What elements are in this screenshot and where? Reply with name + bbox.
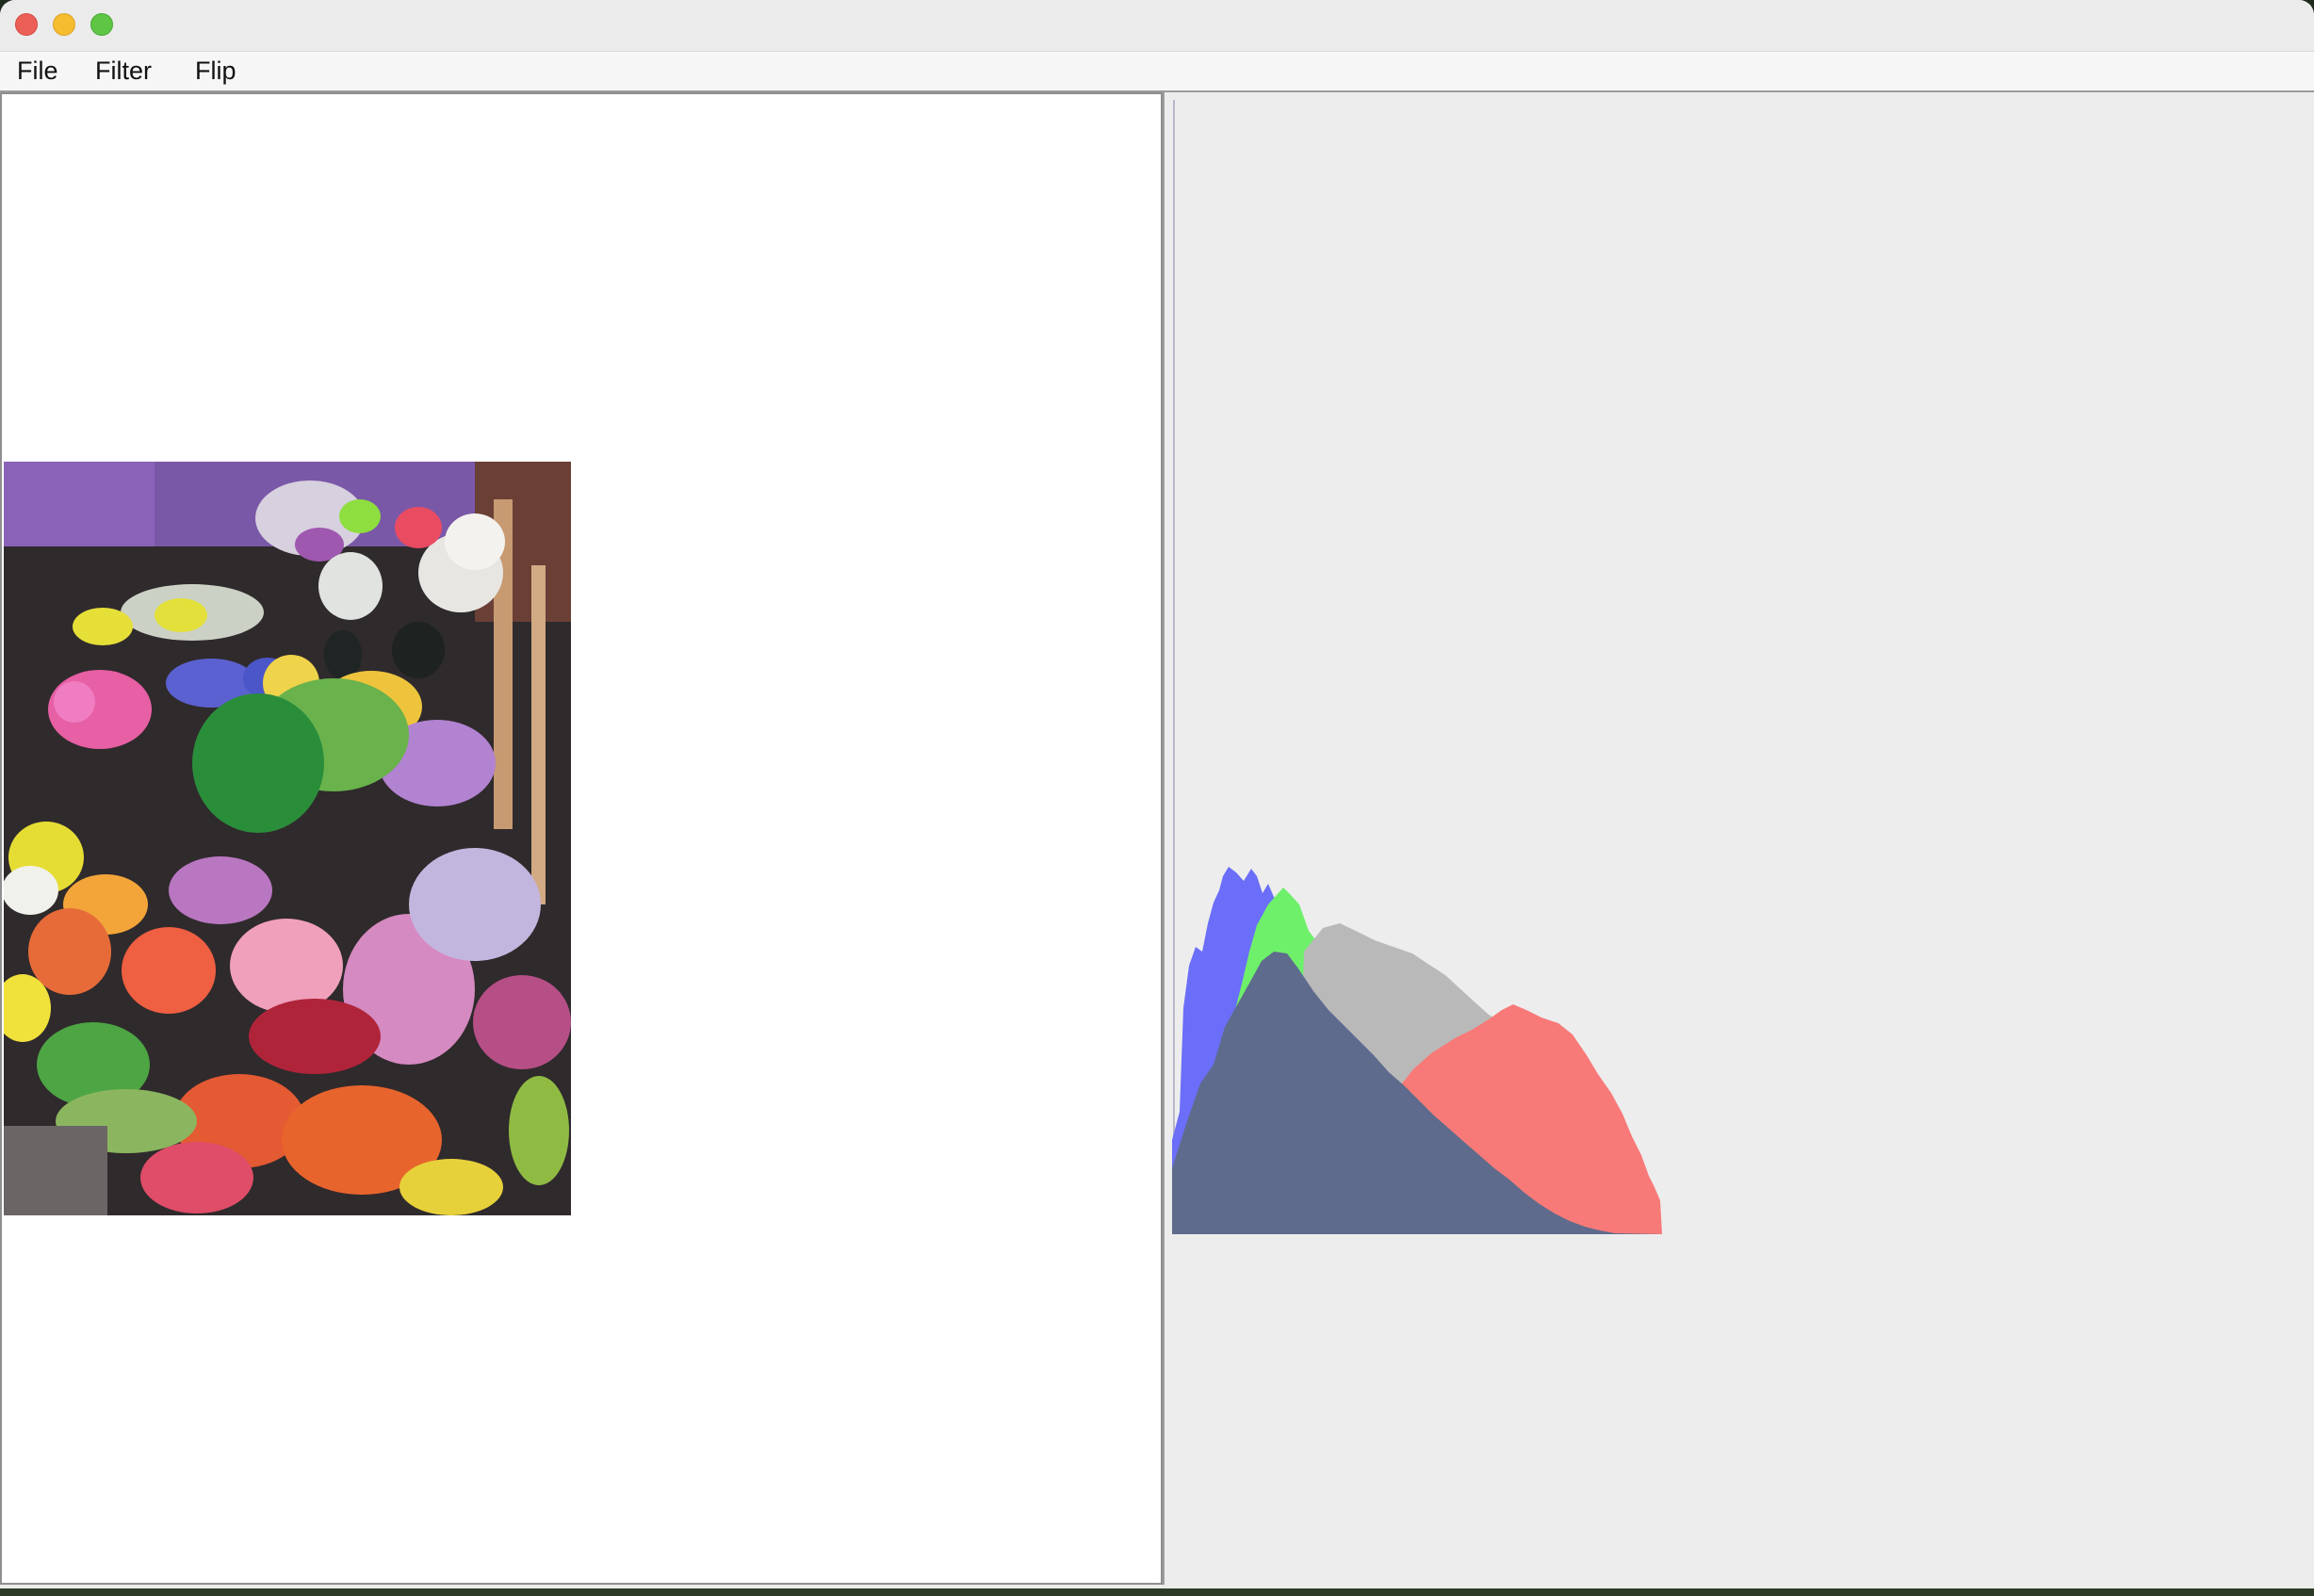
close-icon[interactable]: [15, 13, 38, 36]
title-bar: [0, 0, 2314, 52]
rgb-histogram: [1172, 867, 1662, 1234]
desktop-strip: [0, 1588, 2314, 1596]
menu-bar: File Filter Flip: [0, 52, 2314, 92]
flower-photo-graphic: [4, 462, 571, 1215]
menu-filter[interactable]: Filter: [95, 52, 152, 90]
zoom-icon[interactable]: [90, 13, 113, 36]
app-window: File Filter Flip: [0, 0, 2314, 1588]
menu-flip[interactable]: Flip: [195, 52, 236, 90]
flower-photo: [4, 462, 571, 1215]
image-panel: [0, 92, 1163, 1585]
minimize-icon[interactable]: [53, 13, 75, 36]
menu-file[interactable]: File: [17, 52, 58, 90]
